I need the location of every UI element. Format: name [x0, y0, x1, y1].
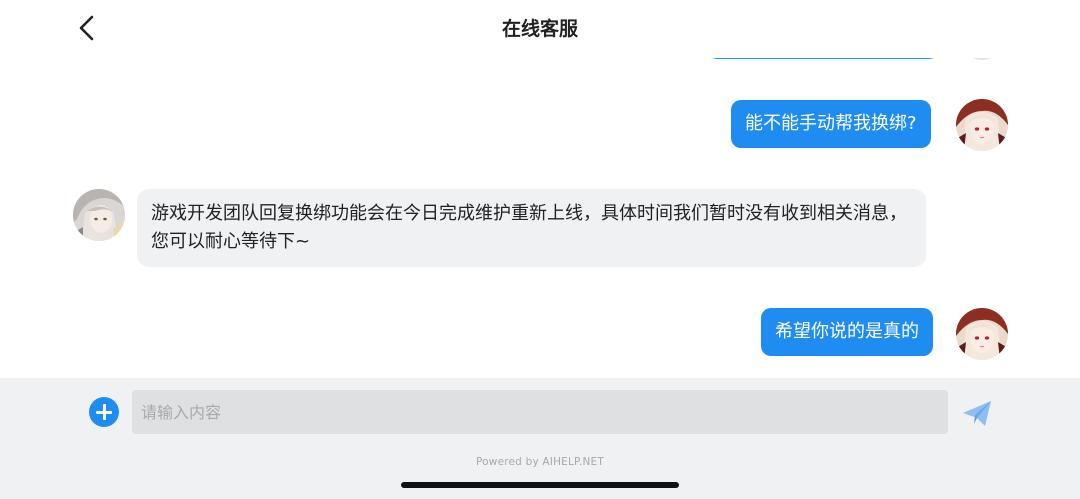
paper-plane-icon	[963, 401, 991, 426]
user-avatar[interactable]	[956, 308, 1008, 360]
top-bar: 在线客服	[0, 0, 1080, 58]
agent-avatar[interactable]	[73, 189, 125, 241]
home-indicator[interactable]	[401, 482, 679, 488]
send-button[interactable]	[960, 396, 994, 430]
powered-by-text: Powered by AIHELP.NET	[476, 456, 604, 468]
user-message-bubble: 能不能手动帮我换绑?	[731, 100, 931, 148]
chat-screen: 能不能手动帮我换绑? 游戏开发团队回复换绑功能会在今日完成维护重新上线，具体时间…	[0, 0, 1080, 499]
agent-message-bubble: 游戏开发团队回复换绑功能会在今日完成维护重新上线，具体时间我们暂时没有收到相关消…	[137, 189, 926, 267]
user-avatar[interactable]	[956, 99, 1008, 151]
page-title: 在线客服	[501, 18, 578, 40]
user-message-bubble: 希望你说的是真的	[761, 308, 933, 356]
input-bar: Powered by AIHELP.NET	[0, 378, 1080, 499]
message-input[interactable]	[132, 390, 948, 434]
attach-button[interactable]	[89, 397, 119, 427]
